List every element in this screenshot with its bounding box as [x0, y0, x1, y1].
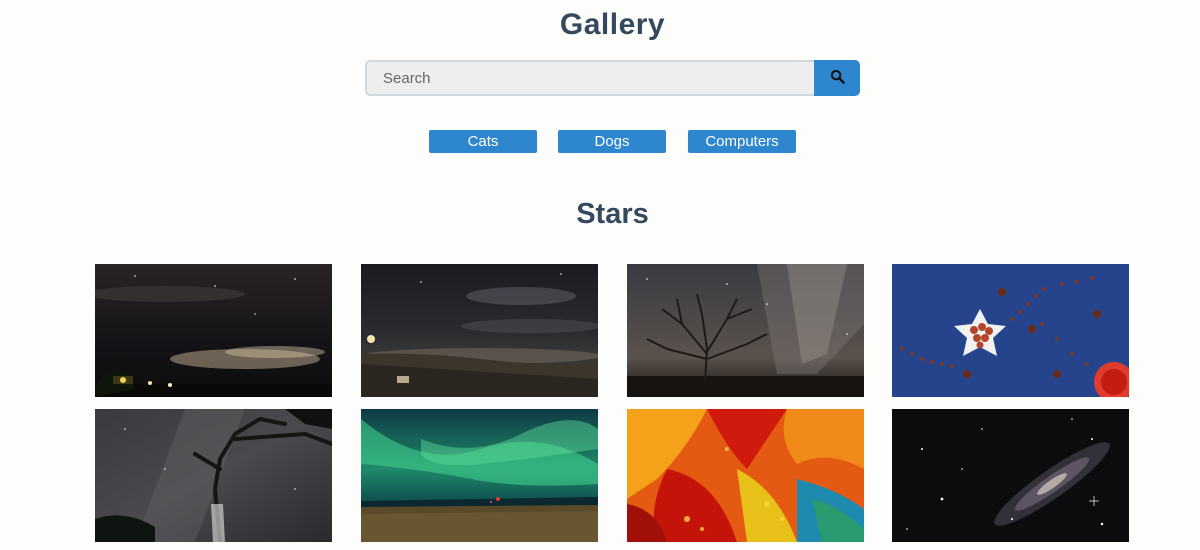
gallery-image-6[interactable] — [361, 409, 598, 542]
section-title: Stars — [576, 198, 649, 230]
gallery-image-7[interactable] — [627, 409, 864, 542]
gallery-image-2[interactable] — [361, 264, 598, 397]
search-button[interactable] — [814, 60, 860, 96]
search-input[interactable] — [365, 60, 814, 96]
tag-button-cats[interactable]: Cats — [429, 130, 537, 153]
tag-button-dogs[interactable]: Dogs — [558, 130, 666, 153]
search-icon — [830, 69, 845, 87]
gallery-image-8[interactable] — [892, 409, 1129, 542]
gallery-image-3[interactable] — [627, 264, 864, 397]
page-title: Gallery — [559, 8, 666, 41]
search-bar — [365, 60, 860, 96]
gallery-image-1[interactable] — [95, 264, 332, 397]
gallery-image-5[interactable] — [95, 409, 332, 542]
gallery-page: Gallery Cats Dogs Computers Stars — [0, 0, 1200, 550]
gallery-image-4[interactable] — [892, 264, 1129, 397]
tag-button-computers[interactable]: Computers — [688, 130, 796, 153]
